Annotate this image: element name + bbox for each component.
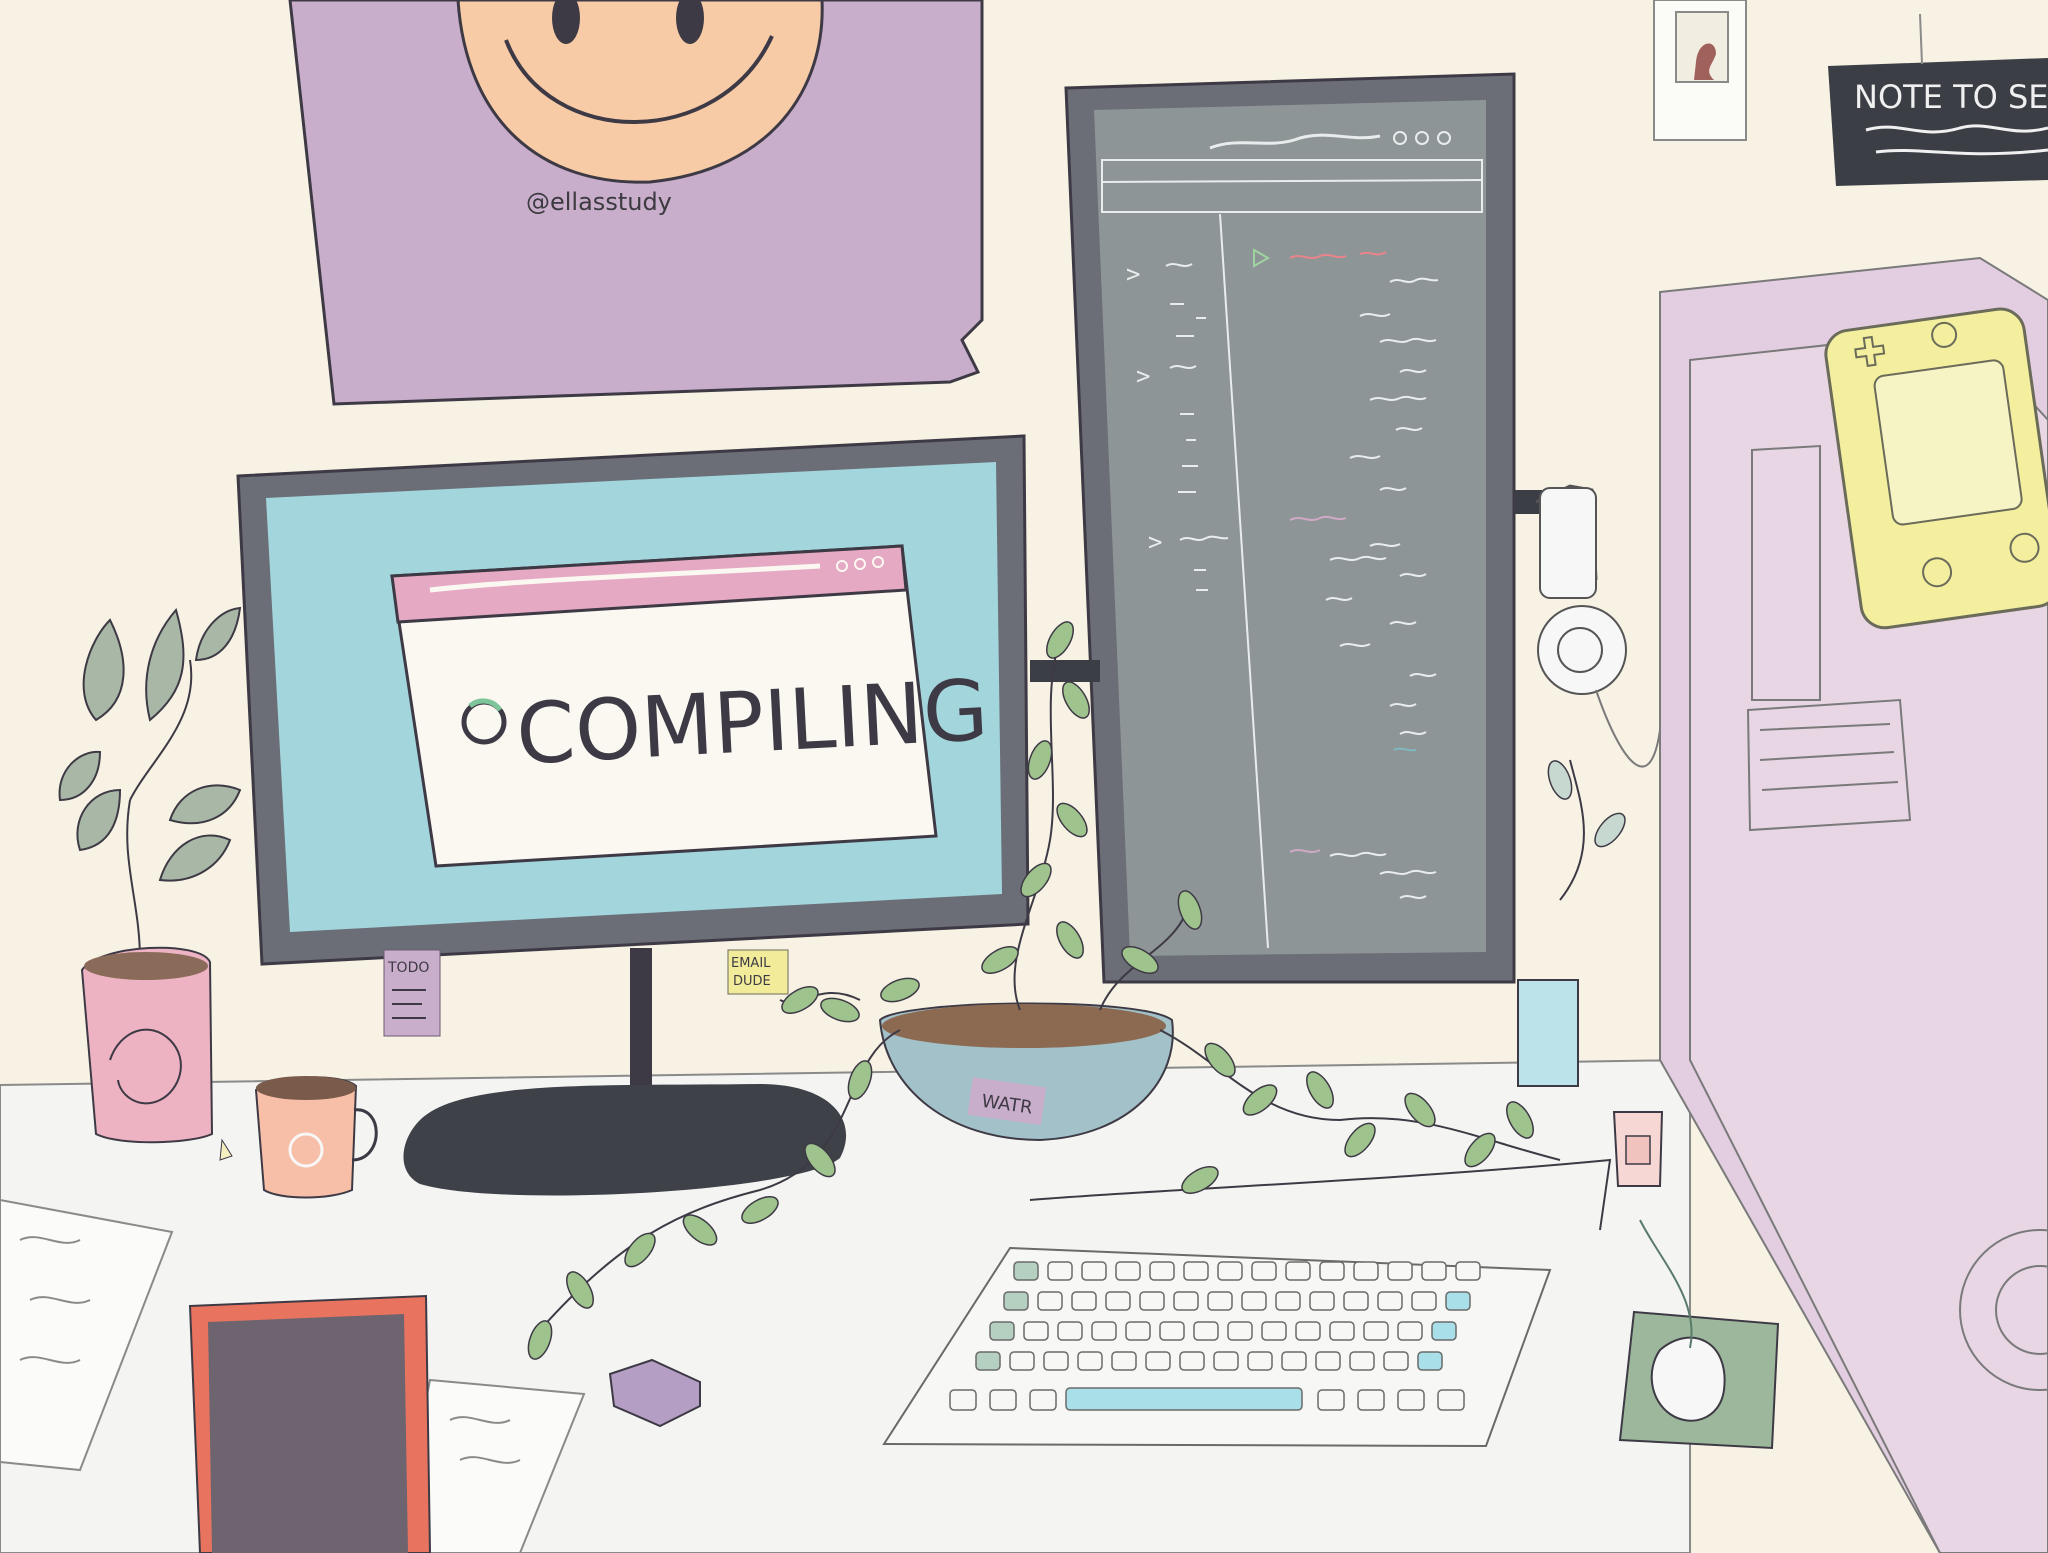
keyboard-key[interactable] [1357, 1389, 1385, 1411]
keyboard-key[interactable] [1315, 1351, 1341, 1371]
poster-handle: @ellasstudy [526, 188, 672, 216]
keyboard-key[interactable] [1285, 1261, 1311, 1281]
keyboard-key[interactable] [1081, 1261, 1107, 1281]
keyboard-key[interactable] [1397, 1389, 1425, 1411]
keyboard-key[interactable] [1387, 1261, 1413, 1281]
wall-picture-frame [1653, 0, 1747, 141]
keyboard-key[interactable] [1281, 1351, 1307, 1371]
smiley-poster: @ellasstudy [288, 0, 984, 406]
keyboard-key[interactable] [1343, 1291, 1369, 1311]
keyboard-key[interactable] [1397, 1321, 1423, 1341]
notebook [188, 1294, 432, 1553]
terminal-prompt-icon: > [1136, 362, 1150, 390]
keyboard-key[interactable] [1227, 1321, 1253, 1341]
todo-sticky-label: TODO [387, 960, 429, 976]
note-to-self-text: NOTE TO SE [1854, 78, 2048, 116]
keyboard-key[interactable] [1029, 1389, 1057, 1411]
keyboard-key[interactable] [1377, 1291, 1403, 1311]
keyboard-key[interactable] [1445, 1291, 1471, 1311]
email-sticky-note: EMAIL DUDE [727, 949, 789, 995]
keyboard-key[interactable] [1275, 1291, 1301, 1311]
terminal-prompt-icon: > [1148, 528, 1162, 556]
keyboard-key[interactable] [1217, 1261, 1243, 1281]
keyboard-key[interactable] [1105, 1291, 1131, 1311]
mouse[interactable] [1650, 1336, 1726, 1422]
keyboard-key[interactable] [1091, 1321, 1117, 1341]
keyboard-key[interactable] [1329, 1321, 1355, 1341]
keyboard-key[interactable] [989, 1389, 1017, 1411]
terminal-prompt-icon: > [1126, 260, 1140, 288]
keyboard-key[interactable] [1149, 1261, 1175, 1281]
keyboard-key[interactable] [1047, 1261, 1073, 1281]
keyboard-key[interactable] [1037, 1291, 1063, 1311]
keyboard-key[interactable] [1003, 1291, 1029, 1311]
keyboard-key[interactable] [1431, 1321, 1457, 1341]
keyboard-key[interactable] [1417, 1351, 1443, 1371]
keyboard-key[interactable] [1207, 1291, 1233, 1311]
desk-scene-illustration: @ellasstudy NOTE TO SE > > > COMPILING T… [0, 0, 2048, 1553]
vertical-code-monitor: > > > [1064, 72, 1516, 984]
keyboard-key[interactable] [1111, 1351, 1137, 1371]
keyboard-key[interactable] [1183, 1261, 1209, 1281]
keyboard-key[interactable] [1353, 1261, 1379, 1281]
keyboard-key[interactable] [1251, 1261, 1277, 1281]
keyboard-key[interactable] [1317, 1389, 1345, 1411]
keyboard-key[interactable] [1455, 1261, 1481, 1281]
keyboard-key[interactable] [1193, 1321, 1219, 1341]
keyboard-key[interactable] [1383, 1351, 1409, 1371]
keyboard-key[interactable] [1213, 1351, 1239, 1371]
keyboard-key[interactable] [1241, 1291, 1267, 1311]
keyboard-key[interactable] [1043, 1351, 1069, 1371]
keyboard-key[interactable] [949, 1389, 977, 1411]
keyboard-key[interactable] [1159, 1321, 1185, 1341]
keyboard-key[interactable] [1173, 1291, 1199, 1311]
keyboard-key[interactable] [1363, 1321, 1389, 1341]
email-sticky-label-2: DUDE [733, 974, 771, 989]
keyboard-key[interactable] [1179, 1351, 1205, 1371]
compiling-dialog: COMPILING [390, 544, 991, 868]
keyboard-key[interactable] [1057, 1321, 1083, 1341]
keyboard-key[interactable] [1145, 1351, 1171, 1371]
keyboard-key[interactable] [1309, 1291, 1335, 1311]
tea-mug [1612, 1111, 1664, 1187]
keyboard-key[interactable] [1071, 1291, 1097, 1311]
keyboard-key[interactable] [1261, 1321, 1287, 1341]
keyboard-key[interactable] [1295, 1321, 1321, 1341]
keyboard-key[interactable] [1349, 1351, 1375, 1371]
keyboard-key[interactable] [1077, 1351, 1103, 1371]
keyboard-key[interactable] [1023, 1321, 1049, 1341]
keyboard-key[interactable] [1319, 1261, 1345, 1281]
email-sticky-label: EMAIL [731, 956, 771, 971]
keyboard-key[interactable] [989, 1321, 1015, 1341]
keyboard-key[interactable] [1247, 1351, 1273, 1371]
keyboard-key[interactable] [975, 1351, 1001, 1371]
keyboard-key[interactable] [1139, 1291, 1165, 1311]
keyboard-key[interactable] [1009, 1351, 1035, 1371]
keyboard-spacebar[interactable] [1065, 1387, 1303, 1411]
keyboard-key[interactable] [1421, 1261, 1447, 1281]
todo-sticky-note: TODO [383, 949, 441, 1037]
keyboard-key[interactable] [1125, 1321, 1151, 1341]
gameboy-sticker [1824, 307, 2048, 630]
keyboard-key[interactable] [1115, 1261, 1141, 1281]
keyboard-key[interactable] [1013, 1261, 1039, 1281]
monitor-stand-neck [630, 948, 652, 1102]
keyboard-key[interactable] [1411, 1291, 1437, 1311]
keyboard-key[interactable] [1437, 1389, 1465, 1411]
